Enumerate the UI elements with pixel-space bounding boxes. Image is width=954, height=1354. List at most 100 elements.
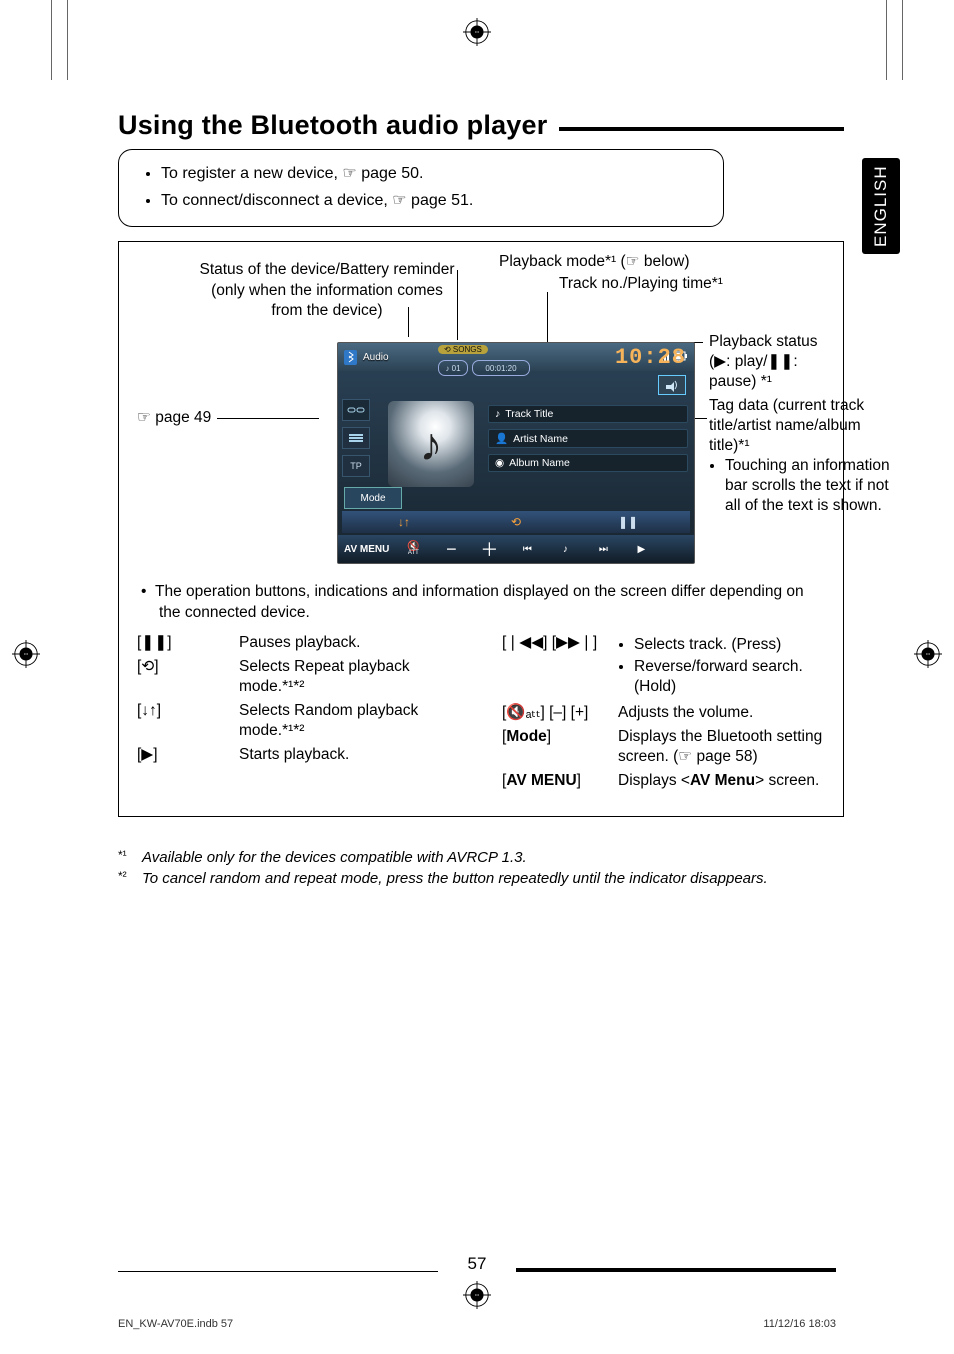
crop-line xyxy=(886,0,887,80)
controls-left-column: [❚❚] Pauses playback. [⟲] Selects Repeat… xyxy=(137,629,462,796)
playback-status-sub: (▶: play/❚❚: pause) *¹ xyxy=(709,352,843,392)
intro-box: To register a new device, ☞ page 50. To … xyxy=(118,149,724,227)
control-key: [🔇ₐₜₜ] [–] [+] xyxy=(502,703,618,723)
person-icon: 👤 xyxy=(495,432,508,445)
playback-mode-bar: ↓↑ ⟲ ❚❚ xyxy=(342,511,690,533)
intro-bullet: To connect/disconnect a device, ☞ page 5… xyxy=(161,189,705,214)
operations-note: • The operation buttons, indications and… xyxy=(137,582,827,622)
shuffle-icon: ↓↑ xyxy=(389,513,419,531)
control-key: [↓↑] xyxy=(137,701,239,721)
footnote: *¹ Available only for the devices compat… xyxy=(118,847,844,869)
registration-mark-bottom xyxy=(463,1281,491,1314)
artist-name-label: Artist Name xyxy=(513,433,568,445)
tagdata-label: Tag data (current track title/artist nam… xyxy=(709,396,899,456)
control-desc: Selects track. (Press) Reverse/forward s… xyxy=(618,633,827,699)
footnote-text: Available only for the devices compatibl… xyxy=(142,847,527,869)
control-desc: Selects Repeat playback mode.*¹*² xyxy=(239,657,462,697)
crop-line xyxy=(51,0,52,80)
control-key: [AV MENU] xyxy=(502,771,618,791)
page-number-wrap: 57 xyxy=(0,1254,954,1274)
playback-status-label: Playback status xyxy=(709,332,818,352)
controls-table: [❚❚] Pauses playback. [⟲] Selects Repeat… xyxy=(137,629,827,796)
repeat-icon: ⟲ xyxy=(501,513,531,531)
control-row: [❘◀◀] [▶▶❘] Selects track. (Press) Rever… xyxy=(502,633,827,699)
crop-line xyxy=(902,0,903,80)
control-row: [Mode] Displays the Bluetooth setting sc… xyxy=(502,727,827,767)
screen-callout-block: Status of the device/Battery reminder (o… xyxy=(118,241,844,817)
status-label: Status of the device/Battery reminder (o… xyxy=(197,260,457,323)
clock-display: 10:28 xyxy=(615,345,686,370)
section-title-text: Using the Bluetooth audio player xyxy=(118,110,547,141)
album-row: ◉ Album Name xyxy=(488,454,688,472)
crop-line xyxy=(67,0,68,80)
title-rule xyxy=(559,127,844,131)
control-key: [❚❚] xyxy=(137,633,239,653)
leader-line xyxy=(408,307,409,337)
registration-mark-right xyxy=(914,640,942,673)
screenshot-sidebar: TP xyxy=(338,395,376,481)
control-desc: Pauses playback. xyxy=(239,633,361,653)
controls-right-column: [❘◀◀] [▶▶❘] Selects track. (Press) Rever… xyxy=(502,629,827,796)
mode-button: Mode xyxy=(344,487,402,509)
control-row: [↓↑] Selects Random playback mode.*¹*² xyxy=(137,701,462,741)
control-key: [Mode] xyxy=(502,727,618,747)
playing-time-chip: 00:01:20 xyxy=(472,360,530,376)
page-number: 57 xyxy=(452,1254,503,1274)
note-icon: ♪ xyxy=(495,408,500,420)
control-key: [⟲] xyxy=(137,657,239,677)
songs-chip: ⟲ SONGS xyxy=(438,345,488,354)
control-row: [▶] Starts playback. xyxy=(137,745,462,765)
track-no-chip: ♪ 01 xyxy=(438,360,468,376)
footer-row: EN_KW-AV70E.indb 57 11/12/16 18:03 xyxy=(118,1318,836,1330)
control-desc: Displays <AV Menu> screen. xyxy=(618,771,819,791)
track-title-row: ♪ Track Title xyxy=(488,405,688,423)
footnote-text: To cancel random and repeat mode, press … xyxy=(142,868,768,890)
control-desc: Starts playback. xyxy=(239,745,349,765)
footer-right: 11/12/16 18:03 xyxy=(763,1318,836,1330)
registration-mark-top xyxy=(463,18,491,51)
pause-icon: ❚❚ xyxy=(613,513,643,531)
control-key: [▶] xyxy=(137,745,239,765)
tag-panel: ♪ Track Title 👤 Artist Name ◉ Album Name xyxy=(488,405,688,472)
control-row: [❚❚] Pauses playback. xyxy=(137,633,462,653)
footnote-mark: *¹ xyxy=(118,847,142,869)
play-icon: ▶ xyxy=(627,539,655,559)
avmenu-label: AV MENU xyxy=(344,544,389,555)
footnote-mark: *² xyxy=(118,868,142,890)
disc-icon: ◉ xyxy=(495,457,504,469)
leader-line xyxy=(457,270,458,340)
album-name-label: Album Name xyxy=(509,457,570,469)
gesture-icon xyxy=(658,375,686,395)
device-screenshot: Audio ⟲ SONGS ♪ 01 00:01:20 10:28 xyxy=(337,342,695,564)
album-art-icon xyxy=(388,401,474,487)
section-title: Using the Bluetooth audio player xyxy=(118,110,844,141)
intro-bullet: To register a new device, ☞ page 50. xyxy=(161,162,705,187)
control-row: [⟲] Selects Repeat playback mode.*¹*² xyxy=(137,657,462,697)
sidebar-list-icon xyxy=(342,427,370,449)
page49-pointer: ☞ page 49 xyxy=(137,408,211,428)
att-icon: 🔇ATT xyxy=(399,539,427,559)
source-label: Audio xyxy=(363,352,389,363)
control-row: [AV MENU] Displays <AV Menu> screen. xyxy=(502,771,827,791)
footnotes: *¹ Available only for the devices compat… xyxy=(118,847,844,891)
track-title-label: Track Title xyxy=(505,408,553,420)
playback-mode-label: Playback mode*¹ (☞ below) xyxy=(499,252,690,272)
footer-left: EN_KW-AV70E.indb 57 xyxy=(118,1318,233,1330)
trackno-time-label: Track no./Playing time*¹ xyxy=(559,274,723,294)
prev-track-icon: ⏮ xyxy=(513,539,541,559)
avmenu-bar: AV MENU 🔇ATT − ＋ ⏮ ♪ ⏭ ▶ xyxy=(338,535,694,563)
footnote: *² To cancel random and repeat mode, pre… xyxy=(118,868,844,890)
sidebar-tp-label: TP xyxy=(342,455,370,477)
document-page: ENGLISH Using the Bluetooth audio player… xyxy=(0,0,954,1354)
next-track-icon: ⏭ xyxy=(589,539,617,559)
artist-row: 👤 Artist Name xyxy=(488,429,688,448)
language-tab: ENGLISH xyxy=(862,158,900,254)
registration-mark-left xyxy=(12,640,40,673)
control-row: [🔇ₐₜₜ] [–] [+] Adjusts the volume. xyxy=(502,703,827,723)
control-key: [❘◀◀] [▶▶❘] xyxy=(502,633,618,653)
control-desc: Adjusts the volume. xyxy=(618,703,753,723)
tag-scroll-bullet: Touching an information bar scrolls the … xyxy=(709,456,899,516)
leader-line xyxy=(217,418,319,419)
sidebar-link-icon xyxy=(342,399,370,421)
control-desc: Displays the Bluetooth setting screen. (… xyxy=(618,727,827,767)
